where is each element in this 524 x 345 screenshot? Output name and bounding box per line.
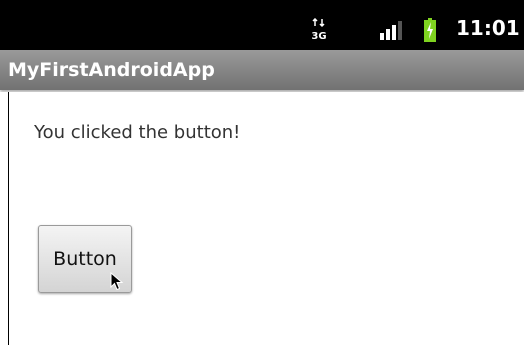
signal-strength-icon <box>380 21 402 40</box>
status-bar: 3G 11:01 <box>0 0 524 50</box>
app-title: MyFirstAndroidApp <box>8 59 215 81</box>
app-title-bar: MyFirstAndroidApp <box>0 50 524 90</box>
network-type-label: 3G <box>311 31 326 42</box>
3g-data-icon: 3G <box>311 18 327 42</box>
main-button[interactable]: Button <box>38 225 132 293</box>
battery-charging-icon <box>424 18 436 42</box>
click-message-text: You clicked the button! <box>34 122 241 143</box>
status-clock: 11:01 <box>456 16 520 40</box>
window-left-edge <box>8 92 9 345</box>
